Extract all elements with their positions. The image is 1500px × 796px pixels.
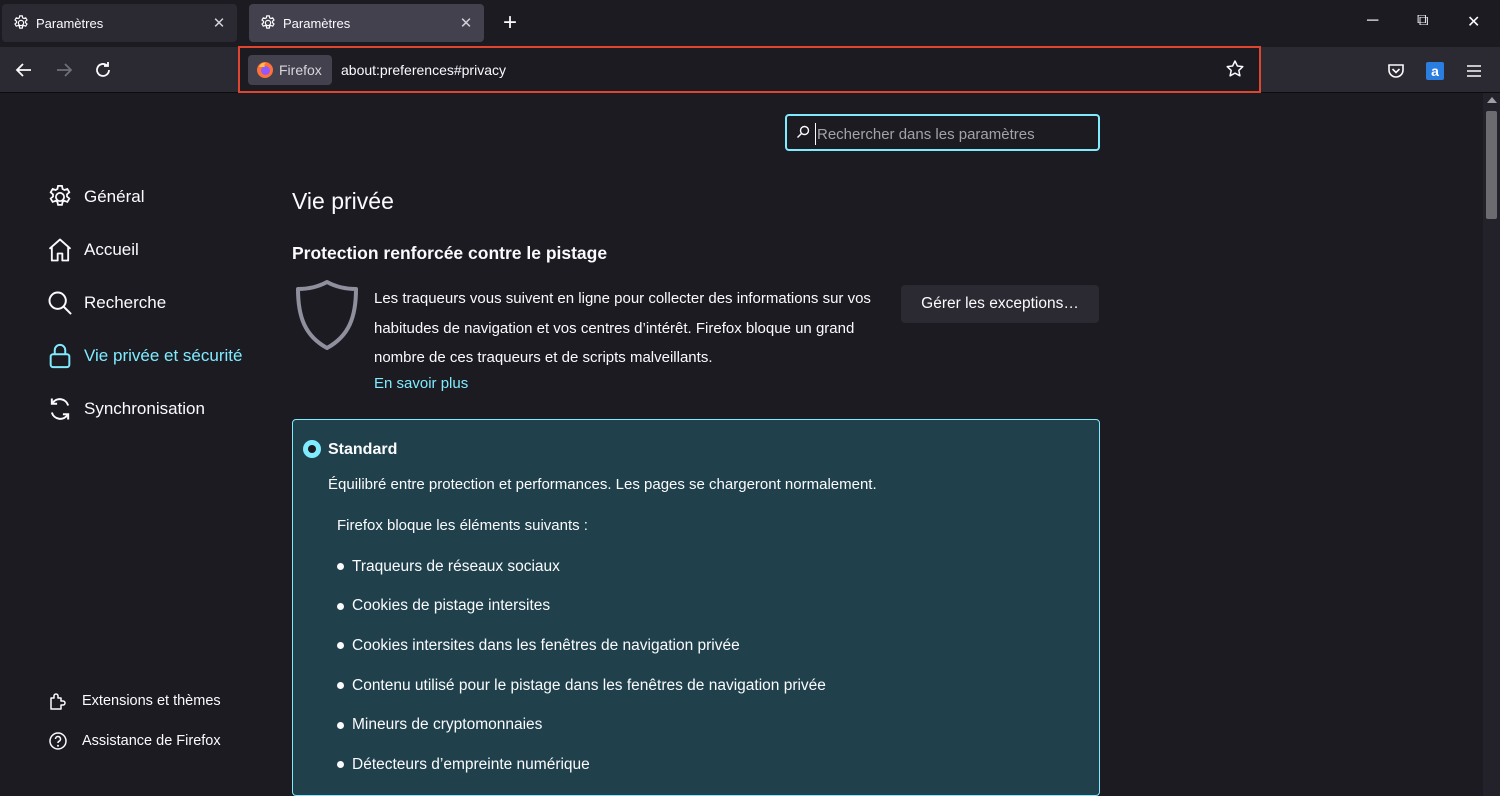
pocket-icon <box>1388 64 1404 78</box>
url-text[interactable]: about:preferences#privacy <box>341 62 506 78</box>
menu-button[interactable] <box>1463 60 1485 82</box>
page-title: Vie privée <box>292 188 394 214</box>
scroll-up-arrow[interactable] <box>1487 97 1497 103</box>
extension-button[interactable]: a <box>1424 60 1446 82</box>
identity-box[interactable]: Firefox <box>248 55 332 85</box>
sidebar-item-label: Assistance de Firefox <box>82 733 221 749</box>
shield-icon <box>296 280 358 350</box>
standard-radio[interactable] <box>303 440 321 458</box>
sidebar-item-label: Général <box>84 187 145 206</box>
scroll-thumb[interactable] <box>1486 111 1497 219</box>
arrow-left-icon <box>15 63 31 77</box>
tracking-description: Les traqueurs vous suivent en ligne pour… <box>374 290 871 366</box>
sidebar-item-search[interactable]: Recherche <box>46 288 166 318</box>
gear-icon <box>14 15 28 29</box>
sidebar-item-support[interactable]: Assistance de Firefox <box>48 731 221 751</box>
learn-more-link[interactable]: En savoir plus <box>374 375 468 392</box>
minimize-button[interactable]: ─ <box>1367 12 1378 30</box>
list-item: Mineurs de cryptomonnaies <box>337 705 826 745</box>
gear-icon <box>49 185 71 206</box>
standard-description: Équilibré entre protection et performanc… <box>328 476 877 493</box>
hamburger-menu-icon <box>1467 65 1481 77</box>
forward-button[interactable] <box>50 56 78 84</box>
tab-title: Paramètres <box>283 15 351 31</box>
tab-title: Paramètres <box>36 15 104 31</box>
new-tab-button[interactable]: + <box>503 10 517 36</box>
manage-exceptions-button[interactable]: Gérer les exceptions… <box>901 285 1099 323</box>
help-icon <box>49 732 67 750</box>
sidebar-item-privacy[interactable]: Vie privée et sécurité <box>46 341 242 371</box>
gear-icon <box>261 15 275 29</box>
search-icon <box>797 125 810 138</box>
address-bar[interactable]: Firefox about:preferences#privacy <box>238 46 1261 93</box>
sync-icon <box>50 398 70 420</box>
sidebar-item-label: Vie privée et sécurité <box>84 346 243 365</box>
list-item: Cookies de pistage intersites <box>337 587 826 627</box>
identity-label: Firefox <box>279 62 322 78</box>
list-item: Traqueurs de réseaux sociaux <box>337 547 826 587</box>
close-icon[interactable]: ✕ <box>211 14 227 32</box>
sidebar-item-extensions[interactable]: Extensions et thèmes <box>48 691 221 711</box>
close-icon[interactable]: ✕ <box>458 14 474 32</box>
arrow-right-icon <box>57 63 73 77</box>
settings-search[interactable] <box>785 114 1100 151</box>
sidebar-item-label: Recherche <box>84 293 167 312</box>
svg-text:a: a <box>1431 63 1439 79</box>
back-button[interactable] <box>10 56 38 84</box>
search-input[interactable] <box>815 123 1085 145</box>
blocked-items-list: Traqueurs de réseaux sociaux Cookies de … <box>337 547 826 785</box>
restore-button[interactable]: ⧉ <box>1417 12 1428 30</box>
standard-label[interactable]: Standard <box>328 441 397 459</box>
list-item: Cookies intersites dans les fenêtres de … <box>337 626 826 666</box>
bookmark-star-icon[interactable] <box>1225 59 1245 79</box>
preferences-content: Général Accueil Recherche Vie privée et … <box>0 93 1500 796</box>
tab-settings-2[interactable]: Paramètres ✕ <box>249 4 484 42</box>
tab-settings-1[interactable]: Paramètres ✕ <box>2 4 237 42</box>
puzzle-icon <box>50 693 66 710</box>
blocks-heading: Firefox bloque les éléments suivants : <box>337 517 588 534</box>
home-icon <box>48 238 72 262</box>
list-item: Contenu utilisé pour le pistage dans les… <box>337 666 826 706</box>
sidebar-item-label: Accueil <box>84 240 139 259</box>
scrollbar[interactable] <box>1483 93 1500 796</box>
firefox-logo-icon <box>257 62 273 78</box>
tab-strip: Paramètres ✕ Paramètres ✕ + ─ ⧉ ✕ <box>0 0 1500 47</box>
translate-extension-icon: a <box>1426 62 1444 80</box>
search-icon <box>48 291 72 315</box>
sidebar-item-sync[interactable]: Synchronisation <box>46 394 205 424</box>
sidebar-item-label: Extensions et thèmes <box>82 693 221 709</box>
standard-option-box[interactable]: Standard Équilibré entre protection et p… <box>292 419 1100 796</box>
pocket-button[interactable] <box>1385 60 1407 82</box>
window-close-button[interactable]: ✕ <box>1467 12 1480 32</box>
section-title: Protection renforcée contre le pistage <box>292 243 608 263</box>
list-item: Détecteurs d’empreinte numérique <box>337 745 826 785</box>
sidebar-item-general[interactable]: Général <box>46 182 144 212</box>
reload-button[interactable] <box>89 56 117 84</box>
reload-icon <box>96 62 110 77</box>
sidebar-item-home[interactable]: Accueil <box>46 235 139 265</box>
sidebar-item-label: Synchronisation <box>84 399 205 418</box>
lock-icon <box>49 344 71 369</box>
